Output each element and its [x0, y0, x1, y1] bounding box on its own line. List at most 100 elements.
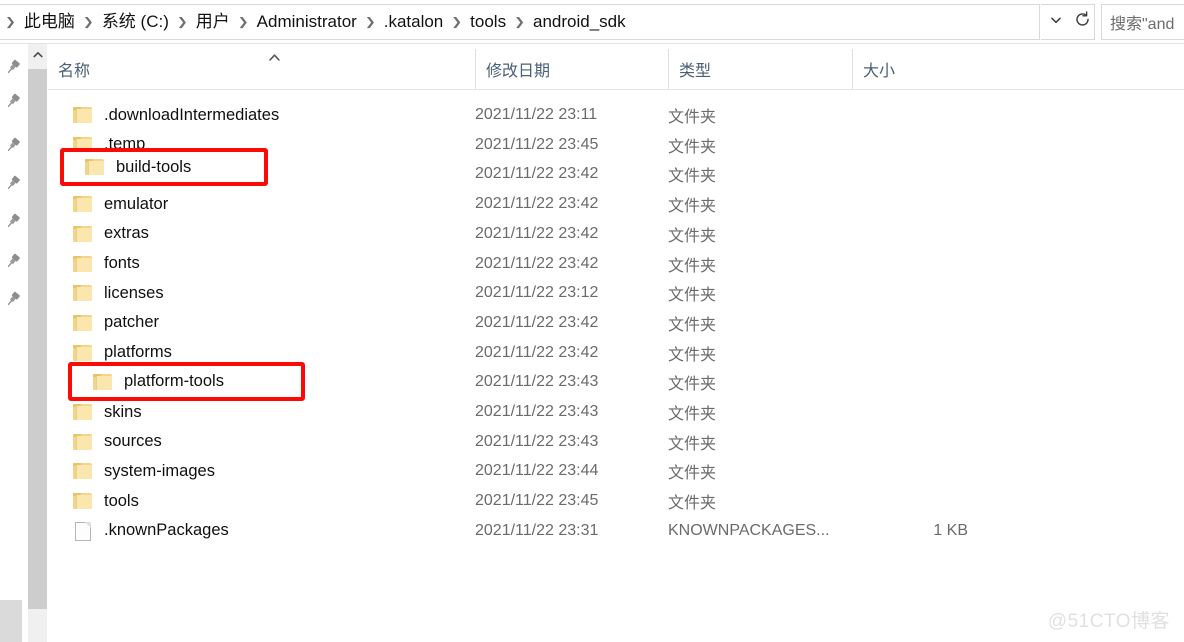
cell-modified-date: 2021/11/22 23:42 [475, 343, 599, 361]
pin-icon[interactable] [4, 252, 22, 270]
cell-modified-date: 2021/11/22 23:45 [475, 135, 599, 153]
table-row[interactable]: .downloadIntermediates 2021/11/22 23:11 文件… [48, 100, 1184, 130]
breadcrumb-item-0[interactable]: 此电脑 [21, 5, 78, 39]
cell-type: 文件夹 [668, 168, 717, 186]
cell-name[interactable]: system-images [48, 456, 215, 486]
column-header-label: 大小 [863, 63, 896, 80]
pin-icon[interactable] [4, 174, 22, 192]
pin-icon[interactable] [4, 58, 22, 76]
cell-type: 文件夹 [668, 257, 717, 275]
breadcrumb[interactable]: ❯ 此电脑 ❯ 系统 (C:) ❯ 用户 ❯ Administrator ❯ .katalon ❯ t… [0, 4, 1040, 40]
breadcrumb-separator-icon: ❯ [176, 15, 188, 28]
cell-size [788, 486, 968, 516]
cell-name[interactable]: .knownPackages [48, 516, 229, 546]
cell-modified-date: 2021/11/22 23:43 [475, 373, 599, 391]
breadcrumb-item-6[interactable]: android_sdk [530, 5, 629, 39]
folder-icon [72, 490, 94, 512]
breadcrumb-separator-icon: ❯ [237, 15, 249, 28]
cell-name[interactable]: licenses [48, 278, 164, 308]
pin-icon[interactable] [4, 92, 22, 110]
folder-icon [72, 253, 94, 275]
table-row[interactable]: skins 2021/11/22 23:43 文件夹 [48, 397, 1184, 427]
cell-type: 文件夹 [668, 198, 717, 216]
breadcrumb-item-5[interactable]: tools [467, 5, 509, 39]
cell-modified-date: 2021/11/22 23:42 [475, 165, 599, 183]
annotation-target-label: build-tools [116, 157, 192, 176]
file-icon [72, 520, 94, 542]
cell-type: 文件夹 [668, 109, 717, 126]
cell-modified-date: 2021/11/22 23:42 [475, 313, 599, 331]
breadcrumb-separator-icon: ❯ [514, 15, 525, 28]
table-row[interactable]: tools 2021/11/22 23:45 文件夹 [48, 486, 1184, 516]
file-name-label: skins [104, 402, 142, 421]
column-header-row: 名称 修改日期 类型 大小 [48, 49, 1184, 90]
cell-type: 文件夹 [668, 227, 717, 245]
cell-modified-date: 2021/11/22 23:42 [475, 254, 599, 272]
file-name-label: platforms [104, 343, 172, 362]
breadcrumb-separator-icon: ❯ [364, 15, 376, 28]
cell-name[interactable]: patcher [48, 308, 159, 338]
cell-type: 文件夹 [668, 406, 717, 423]
cell-name[interactable]: fonts [48, 249, 140, 279]
refresh-icon [1074, 11, 1091, 33]
folder-icon [72, 460, 94, 482]
table-row[interactable]: .knownPackages 2021/11/22 23:31 KNOWNPACKA… [48, 516, 1184, 546]
file-name-label: emulator [104, 194, 169, 213]
table-row[interactable]: patcher 2021/11/22 23:42 文件夹 [48, 308, 1184, 338]
cell-size [788, 278, 968, 308]
cell-name[interactable]: skins [48, 397, 142, 427]
column-header-3[interactable]: 大小 [852, 49, 980, 89]
table-row[interactable]: licenses 2021/11/22 23:12 文件夹 [48, 278, 1184, 308]
breadcrumb-item-4[interactable]: .katalon [381, 5, 447, 39]
cell-modified-date: 2021/11/22 23:43 [475, 403, 599, 420]
cell-name[interactable]: extras [48, 219, 149, 249]
cell-modified-date: 2021/11/22 23:31 [475, 521, 599, 539]
annotation-highlight-box: build-tools [60, 148, 268, 186]
breadcrumb-separator-icon: ❯ [82, 15, 94, 28]
breadcrumb-dropdown-button[interactable] [1041, 4, 1071, 40]
cell-size [788, 130, 968, 160]
breadcrumb-item-2[interactable]: 用户 [193, 5, 233, 39]
chevron-up-icon [32, 48, 44, 66]
table-row[interactable]: fonts 2021/11/22 23:42 文件夹 [48, 249, 1184, 279]
search-input[interactable]: 搜索"and [1101, 4, 1184, 40]
pin-icon[interactable] [4, 136, 22, 154]
cell-type: 文件夹 [668, 287, 717, 305]
folder-icon [72, 342, 94, 364]
folder-icon [72, 282, 94, 304]
cell-name[interactable]: emulator [48, 189, 168, 219]
breadcrumb-separator-icon: ❯ [451, 15, 463, 28]
cell-modified-date: 2021/11/22 23:11 [475, 106, 598, 123]
cell-type: 文件夹 [668, 495, 717, 513]
cell-type: 文件夹 [668, 138, 717, 156]
cell-name[interactable]: .downloadIntermediates [48, 100, 279, 130]
cell-size [788, 219, 968, 249]
column-header-0[interactable]: 名称 [48, 49, 475, 89]
refresh-button[interactable] [1071, 4, 1095, 40]
annotation-content: build-tools [64, 152, 191, 182]
column-header-2[interactable]: 类型 [668, 49, 852, 89]
pin-icon[interactable] [4, 212, 22, 230]
cell-size [788, 338, 968, 368]
file-list-pane: 名称 修改日期 类型 大小 .downloadIntermediates 2021/11… [48, 44, 1184, 642]
column-header-1[interactable]: 修改日期 [475, 49, 668, 89]
chevron-down-icon [1049, 13, 1063, 32]
scrollbar-thumb[interactable] [28, 69, 47, 609]
column-header-label: 类型 [679, 63, 712, 80]
folder-icon [72, 401, 94, 423]
file-name-label: system-images [104, 461, 215, 480]
table-row[interactable]: emulator 2021/11/22 23:42 文件夹 [48, 189, 1184, 219]
cell-name[interactable]: tools [48, 486, 139, 516]
cell-size [788, 159, 968, 189]
breadcrumb-item-1[interactable]: 系统 (C:) [99, 5, 172, 39]
cell-type: 文件夹 [668, 346, 717, 364]
scrollbar-up-button[interactable] [28, 44, 47, 69]
table-row[interactable]: extras 2021/11/22 23:42 文件夹 [48, 219, 1184, 249]
cell-name[interactable]: sources [48, 427, 162, 457]
pin-icon[interactable] [4, 290, 22, 308]
table-row[interactable]: sources 2021/11/22 23:43 文件夹 [48, 427, 1184, 457]
table-row[interactable]: system-images 2021/11/22 23:44 文件夹 [48, 456, 1184, 486]
vertical-scrollbar[interactable] [28, 44, 47, 642]
cell-modified-date: 2021/11/22 23:12 [475, 284, 599, 302]
breadcrumb-item-3[interactable]: Administrator [254, 5, 360, 39]
